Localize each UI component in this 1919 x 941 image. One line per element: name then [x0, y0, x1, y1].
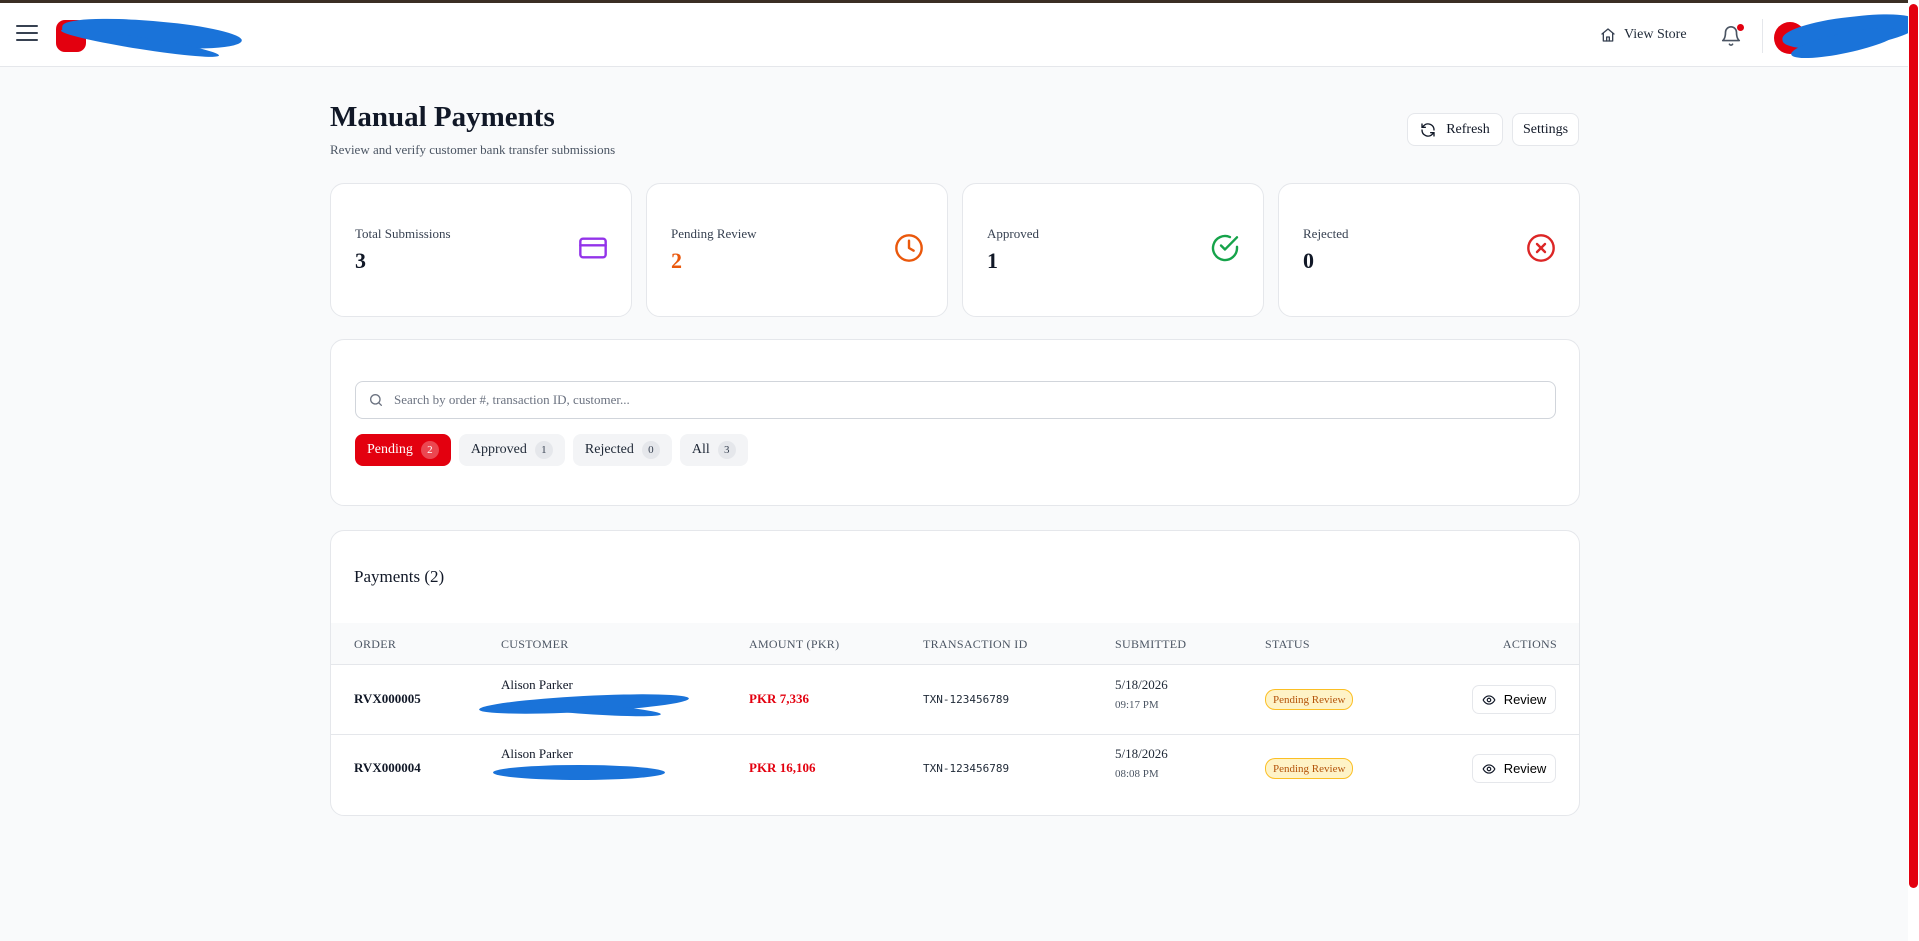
tab-pending[interactable]: Pending 2	[355, 434, 451, 466]
stat-value: 3	[355, 248, 366, 273]
tab-label: All	[691, 442, 710, 457]
header-divider	[1762, 19, 1763, 53]
tab-rejected[interactable]: Rejected 0	[572, 434, 672, 466]
tab-label: Rejected	[584, 442, 634, 457]
column-header-amount: AMOUNT (PKR)	[749, 637, 840, 651]
tab-count: 0	[641, 441, 660, 459]
search-input[interactable]	[394, 392, 1494, 408]
eye-icon	[1482, 694, 1496, 705]
status-badge: Pending Review	[1265, 758, 1354, 779]
review-button[interactable]: Review	[1472, 685, 1556, 714]
search-box	[355, 381, 1556, 419]
tab-count: 2	[420, 441, 439, 459]
transaction-id: TXN-123456789	[923, 693, 1010, 706]
menu-icon[interactable]	[16, 25, 38, 43]
payments-table-card: Payments (2) ORDER CUSTOMER AMOUNT (PKR)…	[330, 530, 1580, 816]
eye-icon	[1482, 763, 1496, 774]
column-header-actions: ACTIONS	[1502, 637, 1557, 651]
credit-card-icon	[579, 237, 607, 259]
submitted-time: 08:08 PM	[1115, 768, 1159, 780]
column-header-transaction-id: TRANSACTION ID	[923, 637, 1028, 651]
stat-label: Total Submissions	[355, 226, 451, 241]
review-label: Review	[1503, 761, 1547, 776]
refresh-button[interactable]: Refresh	[1407, 113, 1503, 146]
column-header-submitted: SUBMITTED	[1115, 637, 1187, 651]
submitted-time: 09:17 PM	[1115, 699, 1159, 711]
x-circle-icon	[1527, 234, 1555, 262]
stat-card-rejected: Rejected 0	[1278, 183, 1580, 317]
tab-all[interactable]: All 3	[679, 434, 748, 466]
review-button[interactable]: Review	[1472, 754, 1556, 783]
status-badge: Pending Review	[1265, 689, 1354, 710]
stat-card-pending: Pending Review 2	[646, 183, 948, 317]
status-filter-tabs: Pending 2 Approved 1 Rejected 0 All 3	[355, 434, 748, 466]
submitted-date: 5/18/2026	[1115, 746, 1168, 761]
search-icon	[370, 394, 382, 406]
home-icon	[1601, 28, 1615, 42]
column-header-customer: CUSTOMER	[501, 637, 569, 651]
table-row[interactable]: RVX000005 Alison Parker PKR 7,336 TXN-12…	[331, 666, 1579, 735]
stat-label: Pending Review	[671, 226, 757, 241]
stat-value: 2	[671, 248, 682, 273]
tab-label: Approved	[470, 442, 527, 457]
page-subtitle: Review and verify customer bank transfer…	[330, 142, 616, 157]
refresh-icon	[1421, 122, 1435, 137]
top-header: View Store	[0, 3, 1919, 67]
review-label: Review	[1503, 692, 1547, 707]
tab-approved[interactable]: Approved 1	[458, 434, 565, 466]
payment-amount: PKR 16,106	[749, 760, 816, 775]
table-header: ORDER CUSTOMER AMOUNT (PKR) TRANSACTION …	[331, 623, 1579, 665]
stat-card-total: Total Submissions 3	[330, 183, 632, 317]
customer-name: Alison Parker	[501, 677, 573, 692]
notification-dot	[1737, 24, 1744, 31]
view-store-label: View Store	[1624, 27, 1687, 42]
view-store-link[interactable]: View Store	[1600, 27, 1687, 43]
submitted-date: 5/18/2026	[1115, 677, 1168, 692]
filter-panel: Pending 2 Approved 1 Rejected 0 All 3	[330, 339, 1580, 506]
column-header-order: ORDER	[354, 637, 397, 651]
payment-amount: PKR 7,336	[749, 691, 809, 706]
payments-title: Payments (2)	[354, 567, 445, 586]
tab-label: Pending	[367, 442, 413, 457]
stat-label: Approved	[987, 226, 1039, 241]
settings-label: Settings	[1522, 121, 1569, 137]
column-header-status: STATUS	[1265, 637, 1310, 651]
stat-value: 1	[987, 248, 998, 273]
stat-card-approved: Approved 1	[962, 183, 1264, 317]
transaction-id: TXN-123456789	[923, 762, 1010, 775]
refresh-label: Refresh	[1446, 121, 1490, 137]
order-number[interactable]: RVX000004	[354, 760, 421, 776]
table-row[interactable]: RVX000004 Alison Parker PKR 16,106 TXN-1…	[331, 735, 1579, 804]
tab-count: 3	[717, 441, 736, 459]
check-circle-icon	[1211, 234, 1239, 262]
stat-value: 0	[1303, 248, 1314, 273]
scrollbar-thumb[interactable]	[1909, 4, 1918, 888]
settings-button[interactable]: Settings	[1512, 113, 1579, 146]
redacted-customer-email	[493, 765, 665, 780]
page-title: Manual Payments	[330, 101, 555, 133]
clock-icon	[895, 234, 923, 262]
tab-count: 1	[534, 441, 553, 459]
order-number[interactable]: RVX000005	[354, 691, 421, 707]
stat-label: Rejected	[1303, 226, 1349, 241]
customer-name: Alison Parker	[501, 746, 573, 761]
